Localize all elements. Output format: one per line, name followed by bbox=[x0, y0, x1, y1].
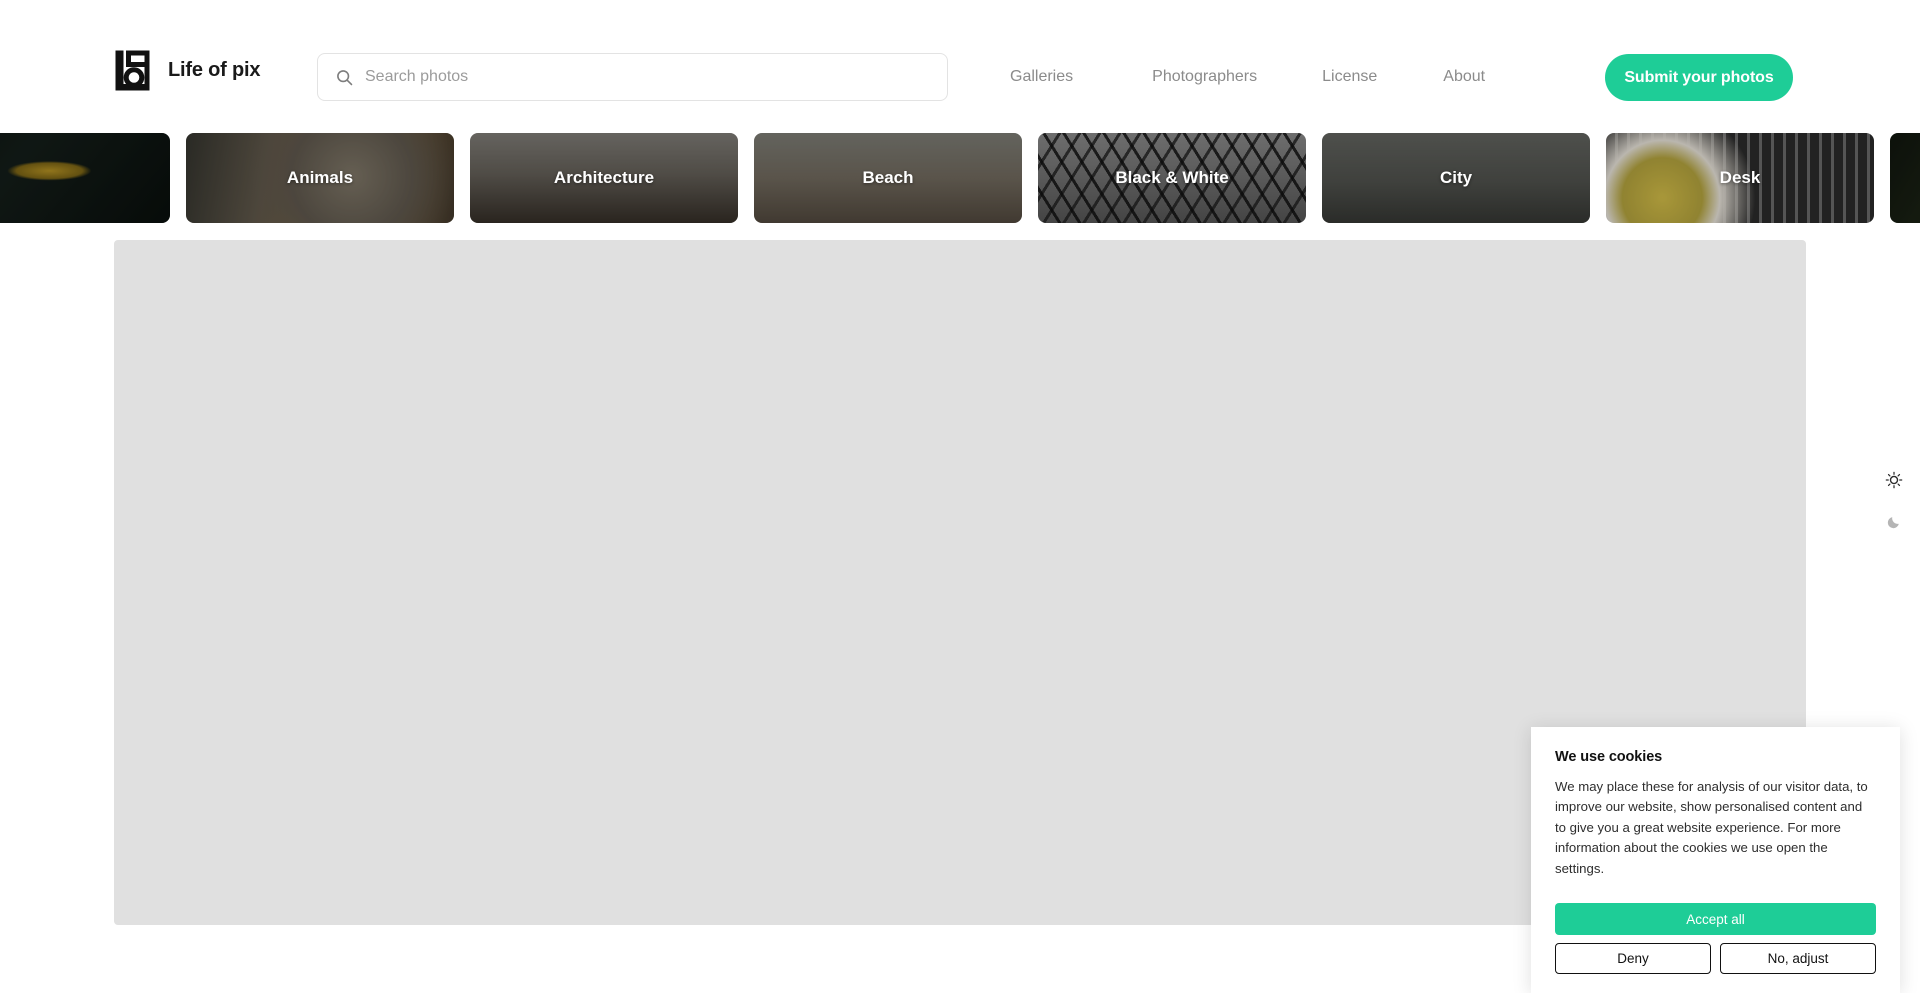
category-label: Black & White bbox=[1115, 168, 1229, 187]
category-tile-city[interactable]: City bbox=[1322, 133, 1590, 223]
deny-cookies-button[interactable]: Deny bbox=[1555, 943, 1711, 975]
cookie-consent-dialog: We use cookies We may place these for an… bbox=[1531, 727, 1900, 993]
brand-name: Life of pix bbox=[168, 59, 261, 81]
main-navigation: Galleries Photographers License About bbox=[1010, 62, 1485, 92]
adjust-cookies-button[interactable]: No, adjust bbox=[1720, 943, 1876, 975]
category-tile-architecture[interactable]: Architecture bbox=[470, 133, 738, 223]
search-icon bbox=[337, 69, 353, 85]
accept-all-cookies-button[interactable]: Accept all bbox=[1555, 903, 1876, 936]
category-label: City bbox=[1439, 168, 1473, 187]
dark-mode-button[interactable] bbox=[1883, 510, 1905, 532]
category-label: Architecture bbox=[553, 168, 655, 187]
nav-item-photographers[interactable]: Photographers bbox=[1152, 62, 1257, 92]
cookie-dialog-title: We use cookies bbox=[1555, 749, 1663, 765]
search-bar[interactable] bbox=[317, 53, 948, 101]
light-mode-button[interactable] bbox=[1883, 469, 1905, 491]
category-label: Desk bbox=[1719, 168, 1761, 187]
category-tile-beach[interactable]: Beach bbox=[754, 133, 1022, 223]
moon-icon bbox=[1887, 516, 1899, 528]
category-tile-black-and-white[interactable]: Black & White bbox=[1038, 133, 1306, 223]
sun-icon bbox=[1885, 471, 1903, 489]
category-track: Animals Architecture Beach Black & White… bbox=[0, 133, 1920, 223]
theme-toggle bbox=[1877, 469, 1911, 532]
cookie-secondary-actions: Deny No, adjust bbox=[1555, 943, 1876, 975]
nav-item-about[interactable]: About bbox=[1443, 62, 1485, 92]
tile-overlay bbox=[0, 133, 170, 223]
nav-item-galleries[interactable]: Galleries bbox=[1010, 62, 1073, 92]
category-label: Animals bbox=[286, 168, 354, 187]
site-header: Life of pix Galleries Photographers Lice… bbox=[0, 0, 1920, 114]
brand-logo[interactable]: Life of pix bbox=[113, 48, 260, 93]
category-tile-desk[interactable]: Desk bbox=[1606, 133, 1874, 223]
category-tile-partial-left[interactable] bbox=[0, 133, 170, 223]
category-label: Beach bbox=[862, 168, 914, 187]
submit-your-photos-button[interactable]: Submit your photos bbox=[1605, 54, 1793, 101]
tile-overlay bbox=[1890, 133, 1920, 223]
nav-item-license[interactable]: License bbox=[1322, 62, 1377, 92]
category-carousel[interactable]: Animals Architecture Beach Black & White… bbox=[0, 133, 1920, 223]
category-tile-animals[interactable]: Animals bbox=[186, 133, 454, 223]
search-input[interactable] bbox=[365, 54, 929, 100]
cookie-dialog-body: We may place these for analysis of our v… bbox=[1555, 779, 1868, 876]
category-tile-partial-right[interactable] bbox=[1890, 133, 1920, 223]
camera-logo-icon bbox=[115, 50, 150, 91]
